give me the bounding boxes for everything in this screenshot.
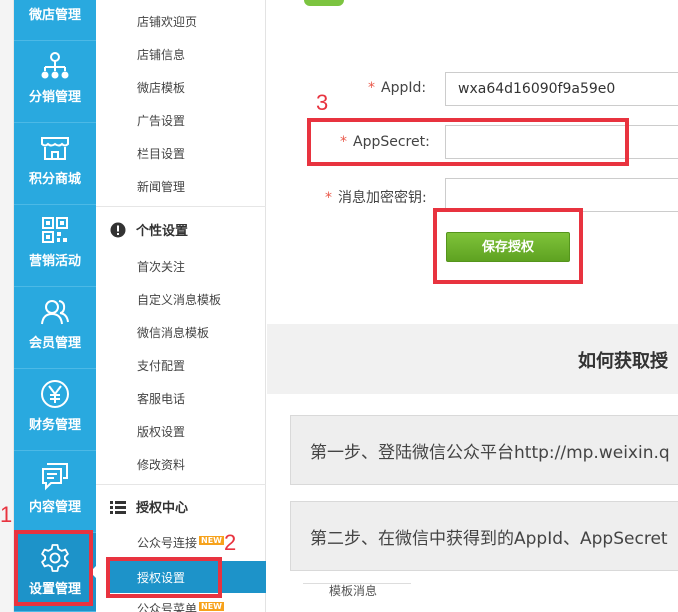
- guide-step-2-text: 第二步、在微信中获得到的AppId、AppSecret: [310, 529, 668, 549]
- submenu-item-columns[interactable]: 栏目设置: [137, 146, 185, 162]
- submenu-item-public-menu[interactable]: 公众号菜单 NEW: [137, 601, 224, 612]
- submenu-item-service-phone[interactable]: 客服电话: [137, 391, 185, 407]
- nav-item-points-mall[interactable]: 积分商城: [14, 123, 96, 205]
- submenu-item-ads[interactable]: 广告设置: [137, 113, 185, 129]
- qr-code-icon: [42, 217, 68, 243]
- nav-item-store[interactable]: 微店管理: [14, 0, 96, 41]
- submenu-section-personal-label: 个性设置: [136, 224, 189, 239]
- nav-label-store: 微店管理: [28, 8, 81, 23]
- submenu-item-first-follow[interactable]: 首次关注: [137, 259, 185, 275]
- partial-row-text: 模板消息: [329, 584, 378, 598]
- chat-bubbles-icon: [42, 463, 68, 491]
- nav-label-marketing: 营销活动: [28, 254, 81, 269]
- distribution-tree-icon: [41, 52, 69, 79]
- guide-step-1: 第一步、登陆微信公众平台http://mp.weixin.q: [290, 415, 678, 485]
- nav-label-distribution: 分销管理: [28, 90, 81, 105]
- submenu-item-store-info[interactable]: 店铺信息: [137, 47, 185, 63]
- required-mark: *: [368, 80, 375, 96]
- appid-label: * AppId:: [368, 80, 426, 96]
- submenu-section-auth: 授权中心: [110, 499, 188, 517]
- main-nav: 微店管理 分销管理 积分商城 营销活动 会员管理 财务管理 内容管理 设置管理: [14, 0, 96, 612]
- submenu-item-welcome[interactable]: 店铺欢迎页: [137, 14, 197, 30]
- shop-awning-icon: [41, 137, 69, 160]
- guide-step-2: 第二步、在微信中获得到的AppId、AppSecret: [290, 501, 678, 571]
- list-icon: [110, 501, 126, 514]
- annotation-box-1: [14, 530, 93, 606]
- members-icon: [41, 300, 69, 325]
- required-mark: *: [325, 190, 332, 206]
- submenu-section-auth-label: 授权中心: [136, 501, 189, 516]
- submenu-item-template[interactable]: 微店模板: [137, 80, 185, 96]
- new-badge: NEW: [199, 602, 224, 611]
- annotation-number-2: 2: [224, 530, 237, 555]
- submenu-item-public-account-label: 公众号连接: [137, 536, 198, 550]
- submenu-item-wechat-msg-template[interactable]: 微信消息模板: [137, 325, 209, 341]
- submenu-item-public-account[interactable]: 公众号连接 NEW: [137, 535, 224, 551]
- nav-item-content[interactable]: 内容管理: [14, 451, 96, 533]
- nav-item-members[interactable]: 会员管理: [14, 287, 96, 369]
- submenu-divider: [96, 484, 266, 485]
- submenu-section-personal: 个性设置: [110, 222, 188, 240]
- appid-input[interactable]: wxa64d16090f9a59e0: [445, 72, 678, 106]
- guide-title: 如何获取授: [578, 351, 668, 372]
- partial-table-row: 模板消息: [303, 583, 411, 612]
- nav-item-finance[interactable]: 财务管理: [14, 369, 96, 451]
- exclamation-circle-icon: [110, 222, 126, 238]
- submenu-divider: [96, 206, 266, 207]
- submenu-item-copyright[interactable]: 版权设置: [137, 424, 185, 440]
- annotation-number-3: 3: [316, 90, 329, 115]
- aeskey-label: * 消息加密密钥:: [325, 187, 427, 207]
- yen-icon: [41, 380, 69, 408]
- nav-label-members: 会员管理: [28, 336, 81, 351]
- submenu-item-news[interactable]: 新闻管理: [137, 179, 185, 195]
- annotation-number-1: 1: [0, 502, 13, 527]
- nav-label-points-mall: 积分商城: [28, 172, 81, 187]
- submenu-item-edit-profile[interactable]: 修改资料: [137, 457, 185, 473]
- nav-label-finance: 财务管理: [28, 418, 81, 433]
- aeskey-label-text: 消息加密密钥:: [338, 190, 427, 206]
- nav-item-marketing[interactable]: 营销活动: [14, 205, 96, 287]
- submenu-item-custom-msg-template[interactable]: 自定义消息模板: [137, 292, 221, 308]
- submenu-item-payment[interactable]: 支付配置: [137, 358, 185, 374]
- submenu-item-public-menu-label: 公众号菜单: [137, 602, 198, 612]
- new-badge: NEW: [199, 536, 224, 545]
- nav-label-content: 内容管理: [28, 500, 81, 515]
- settings-submenu: 店铺欢迎页 店铺信息 微店模板 广告设置 栏目设置 新闻管理 个性设置 首次关注…: [96, 0, 266, 612]
- nav-item-distribution[interactable]: 分销管理: [14, 41, 96, 123]
- aeskey-input[interactable]: [445, 178, 678, 212]
- guide-step-1-text: 第一步、登陆微信公众平台http://mp.weixin.q: [310, 443, 670, 463]
- annotation-box-3: [307, 118, 629, 166]
- annotation-box-2: [106, 557, 222, 598]
- appid-label-text: AppId:: [381, 80, 427, 96]
- annotation-box-3b: [433, 208, 583, 284]
- top-tab-indicator: [304, 0, 344, 6]
